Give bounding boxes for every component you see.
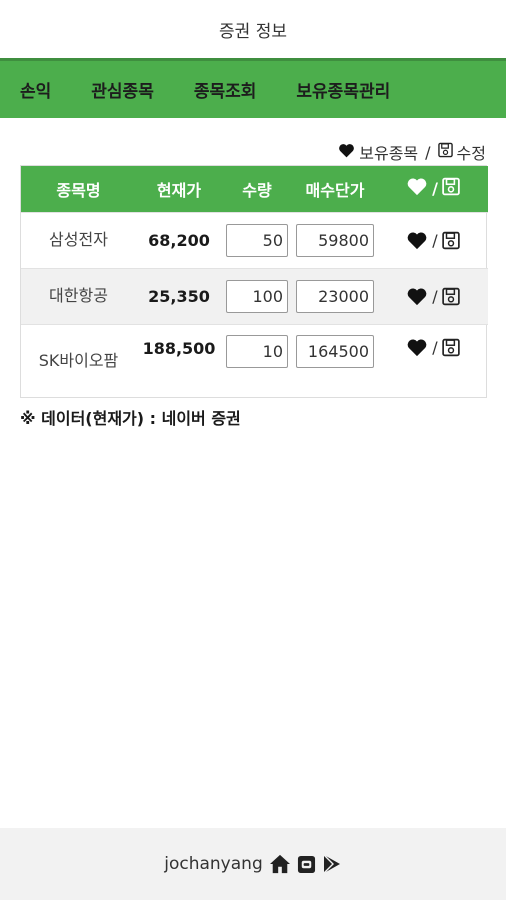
action-separator: / (432, 287, 438, 306)
col-header-name: 종목명 (56, 180, 101, 200)
stock-name: 삼성전자 (49, 230, 108, 249)
current-price: 68,200 (148, 230, 210, 250)
nav-item-watchlist[interactable]: 관심종목 (91, 77, 154, 102)
home-icon[interactable] (269, 854, 291, 874)
buy-price-input[interactable] (296, 279, 374, 313)
current-price: 25,350 (148, 286, 210, 306)
legend-separator: / (425, 142, 431, 162)
row-actions: / (378, 268, 488, 324)
table-row: SK바이오팜 188,500 / (21, 324, 488, 397)
stock-name: 대한항공 (49, 286, 108, 305)
save-icon[interactable] (441, 231, 460, 250)
table-header-row: 종목명 현재가 수량 매수단가 / (21, 166, 488, 212)
heart-icon[interactable] (406, 287, 428, 306)
quantity-input[interactable] (226, 223, 288, 257)
buy-price-input[interactable] (296, 334, 374, 368)
footer-author: jochanyang (164, 854, 263, 874)
header-action-separator: / (432, 179, 438, 199)
quantity-input[interactable] (226, 334, 288, 368)
table-row: 대한항공 25,350 / (21, 268, 488, 324)
nav-item-holdings-manage[interactable]: 보유종목관리 (296, 77, 390, 102)
stock-name: SK바이오팜 (38, 350, 119, 370)
data-source-note: ※ 데이터(현재가) : 네이버 증권 (20, 409, 241, 428)
legend-edit-label: 수정 (456, 144, 486, 163)
heart-icon[interactable] (406, 231, 428, 250)
play-store-icon[interactable] (322, 854, 342, 874)
holdings-table: 종목명 현재가 수량 매수단가 / 삼성전자 68,200 50 59800 /… (20, 165, 488, 398)
action-separator: / (432, 337, 438, 357)
row-actions: / (378, 212, 488, 268)
quantity-input[interactable] (226, 279, 288, 313)
buy-price-input[interactable] (296, 223, 374, 257)
save-icon[interactable] (441, 338, 460, 357)
row-actions: / (378, 324, 488, 397)
heart-icon[interactable] (406, 338, 428, 357)
app-header: 증권 정보 (0, 0, 506, 58)
blog-icon[interactable] (297, 855, 316, 874)
col-header-price: 현재가 (156, 180, 202, 200)
save-icon (437, 142, 453, 162)
col-header-qty: 수량 (242, 180, 272, 200)
nav-item-search[interactable]: 종목조회 (194, 77, 257, 102)
table-row: 삼성전자 68,200 / (21, 212, 488, 268)
save-icon[interactable] (441, 287, 460, 306)
heart-icon (338, 143, 355, 162)
main-nav: 손익 관심종목 종목조회 보유종목관리 (0, 58, 506, 118)
action-separator: / (432, 231, 438, 250)
current-price: 188,500 (142, 338, 216, 358)
heart-icon (406, 177, 428, 200)
save-icon (442, 177, 460, 200)
col-header-actions: / (378, 166, 488, 212)
page-footer: jochanyang (0, 828, 506, 900)
col-header-buy-price: 매수단가 (305, 180, 365, 200)
action-legend: 보유종목 / 수정 (338, 140, 486, 164)
nav-item-pnl[interactable]: 손익 (20, 77, 51, 102)
page-title: 증권 정보 (219, 21, 287, 42)
legend-holding-label: 보유종목 (359, 144, 419, 163)
